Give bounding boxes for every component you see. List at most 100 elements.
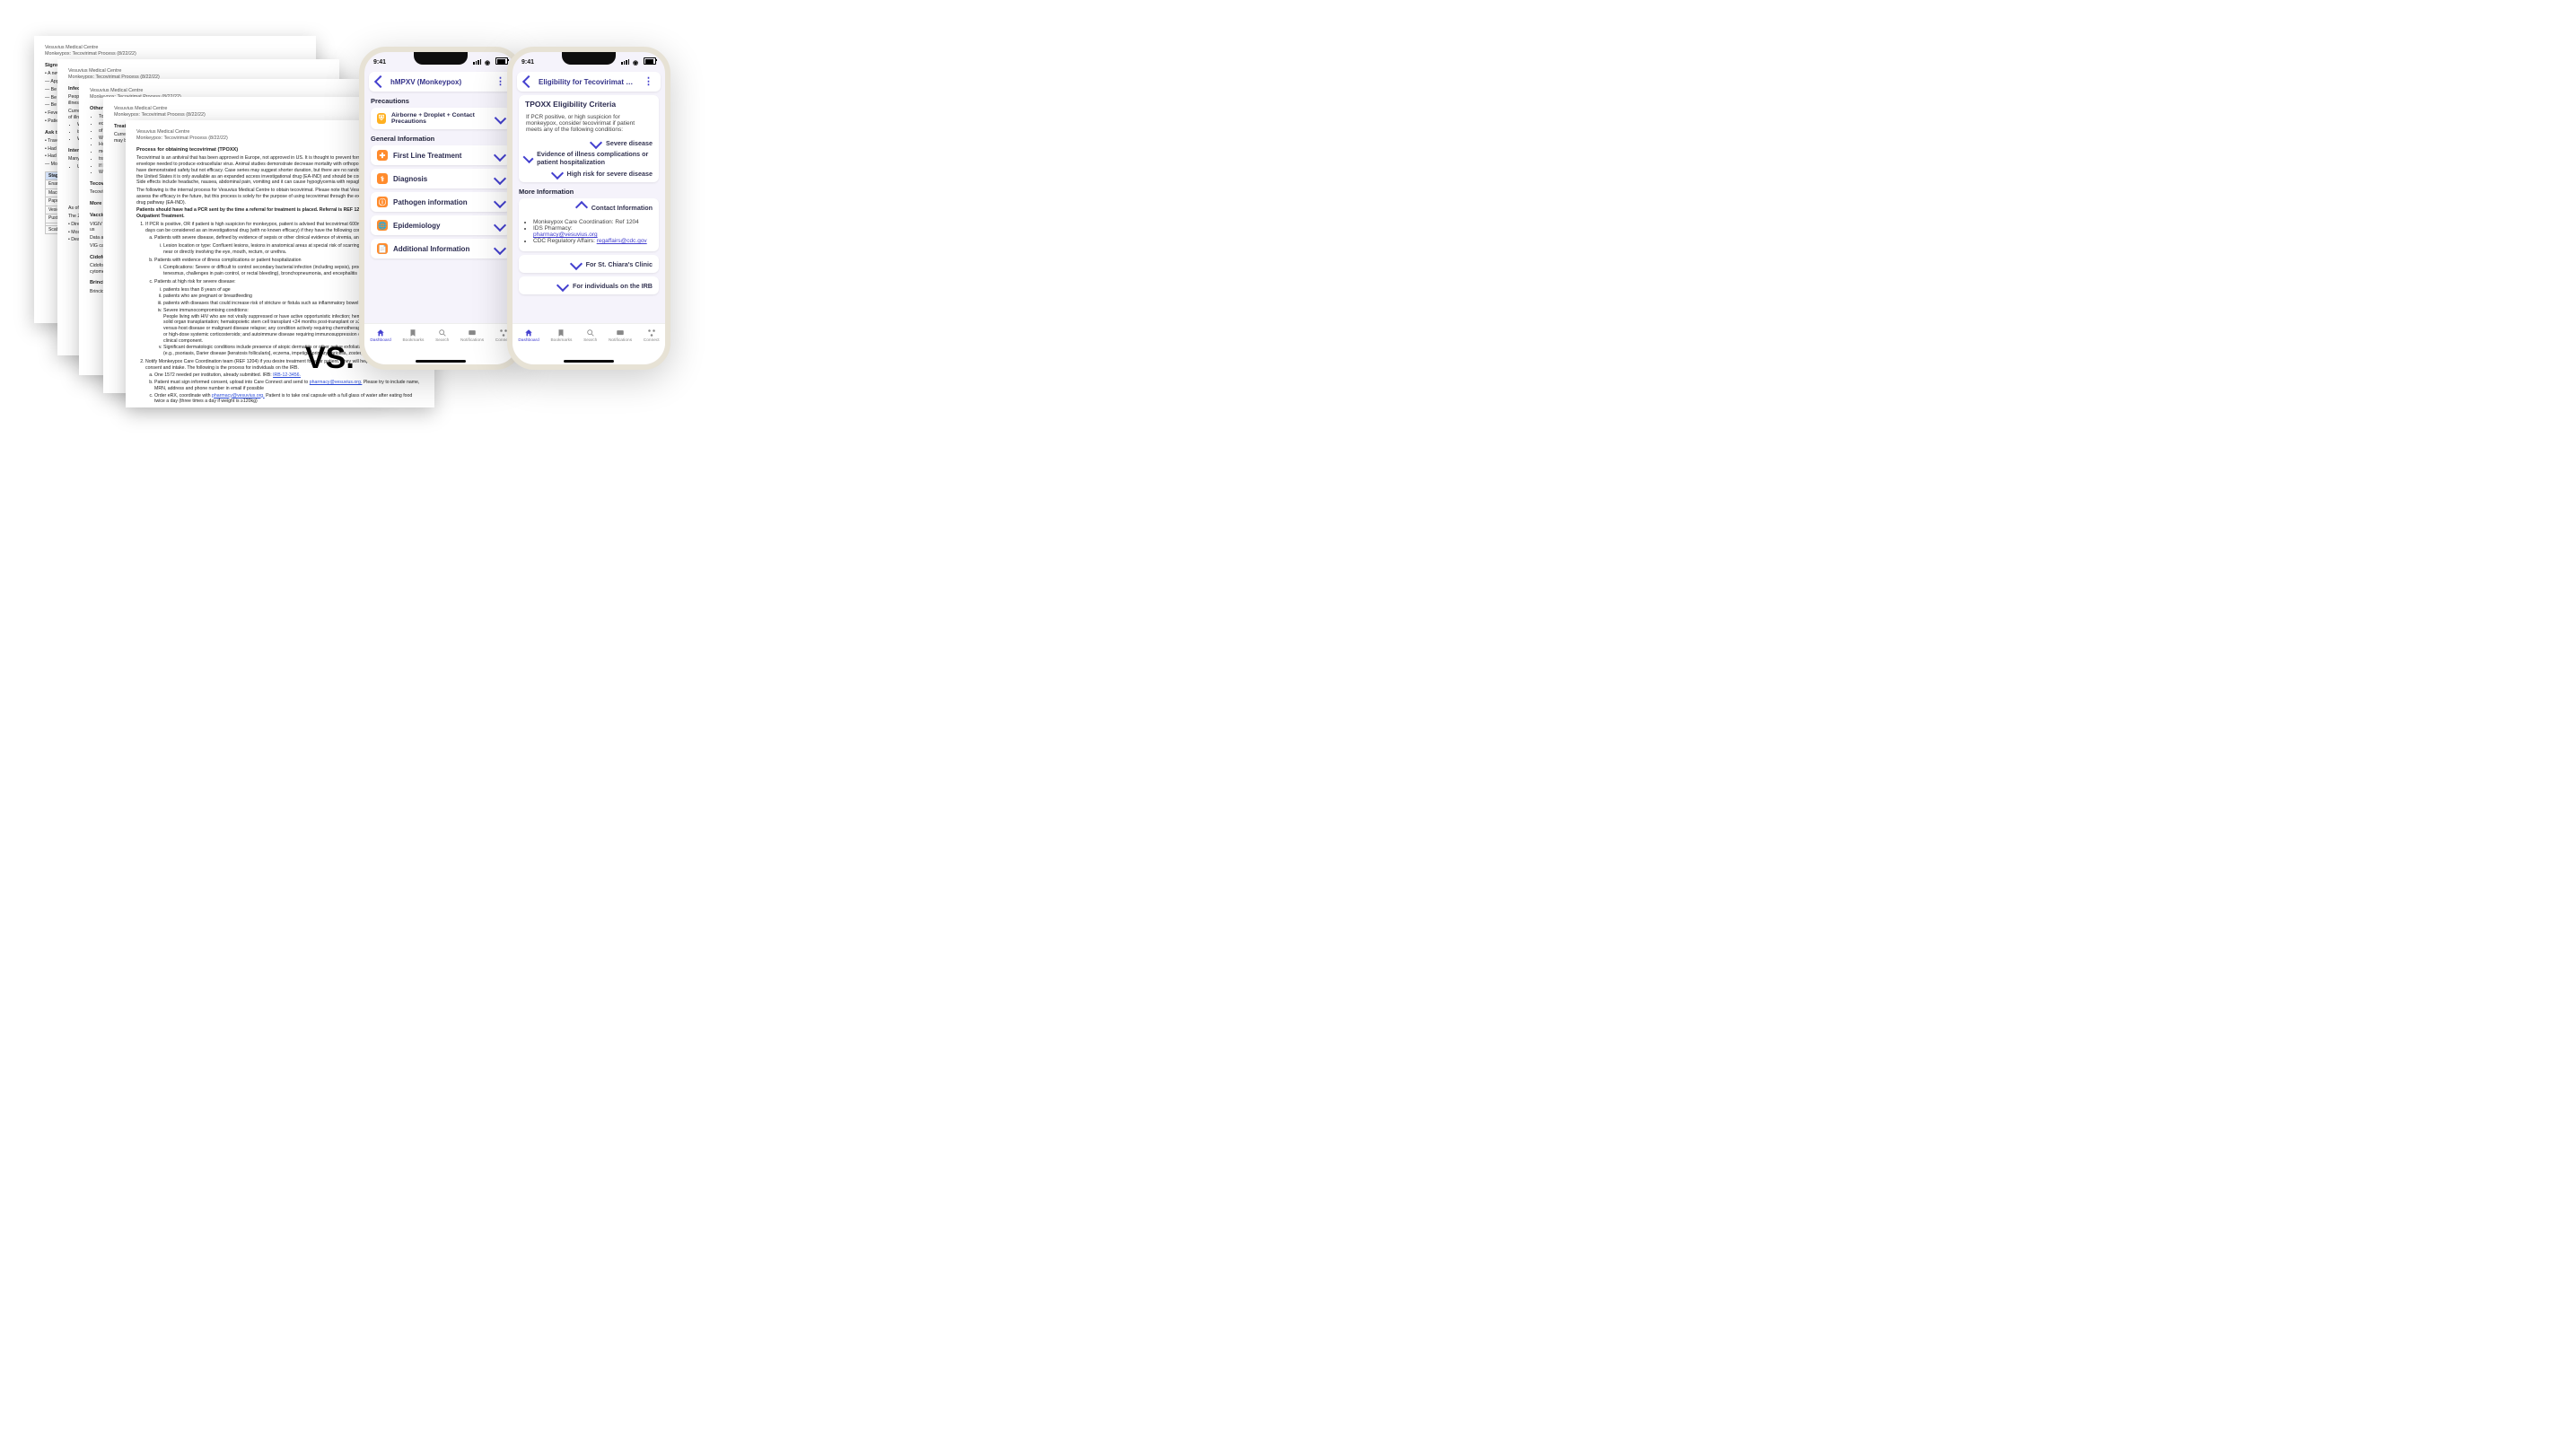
dropdown-row[interactable]: High risk for severe disease <box>525 169 653 178</box>
dropdown-label: Evidence of illness complications or pat… <box>537 150 653 166</box>
tab-search[interactable]: Search <box>583 328 597 343</box>
contact-body: Monkeypox Care Coordination: Ref 1204 ID… <box>525 215 653 247</box>
chevron-down-icon <box>556 279 569 292</box>
dropdown-row[interactable]: Evidence of illness complications or pat… <box>525 150 653 166</box>
vs-label: VS. <box>305 341 355 376</box>
tab-search[interactable]: Search <box>435 328 449 343</box>
diagnosis-icon: ⚕ <box>377 173 388 184</box>
shield-icon: ⛨ <box>377 113 386 124</box>
chat-icon <box>616 328 625 337</box>
connect-icon <box>647 328 656 337</box>
card-label: First Line Treatment <box>393 152 461 160</box>
battery-icon <box>495 57 508 65</box>
doc-org: Vesuvius Medical Centre <box>114 106 167 111</box>
home-indicator <box>416 360 466 363</box>
phone-body: Precautions ⛨ Airborne + Droplet + Conta… <box>364 97 517 258</box>
pharmacy-link[interactable]: pharmacy@vesuvius.org. <box>310 380 363 385</box>
tab-label: Dashboard <box>518 338 539 343</box>
card-body: If PCR positive, or high suspicion for m… <box>525 111 653 136</box>
search-icon <box>438 328 447 337</box>
eligibility-card: TPOXX Eligibility Criteria If PCR positi… <box>519 95 659 182</box>
chevron-down-icon <box>570 258 583 270</box>
chevron-down-icon <box>494 196 506 208</box>
contact-line: CDC Regulatory Affairs: regaffairs@cdc.g… <box>533 238 652 244</box>
home-icon <box>376 328 385 337</box>
status-right: ◉ <box>621 57 656 66</box>
tab-notifications[interactable]: Notifications <box>609 328 632 343</box>
bookmark-icon <box>556 328 565 337</box>
top-bar: hMPXV (Monkeypox) ⋮ <box>369 72 513 92</box>
proc-subitem: Order eRX, coordinate with pharmacy@vesu… <box>154 393 424 406</box>
doc-org: Vesuvius Medical Centre <box>136 129 189 135</box>
cdc-link[interactable]: regaffairs@cdc.gov <box>597 238 647 244</box>
tab-notifications[interactable]: Notifications <box>460 328 484 343</box>
phone-notch <box>562 52 616 65</box>
back-icon[interactable] <box>374 75 387 88</box>
section-header: More Information <box>519 188 659 196</box>
contact-line: IDS Pharmacy:pharmacy@vesuvius.org <box>533 225 652 238</box>
globe-icon: 🌐 <box>377 220 388 231</box>
info-card[interactable]: ⚕ Diagnosis <box>371 169 511 188</box>
wifi-icon: ◉ <box>633 60 638 66</box>
doc-org: Vesuvius Medical Centre <box>90 88 143 93</box>
card-label: Airborne + Droplet + Contact Precautions <box>391 112 491 125</box>
section-header: Precautions <box>371 97 511 105</box>
info-card[interactable]: ⓘ Pathogen information <box>371 192 511 212</box>
chat-icon <box>468 328 477 337</box>
chevron-down-icon <box>523 153 534 163</box>
tab-label: Bookmarks <box>402 338 424 343</box>
intro-text: If PCR positive, or high suspicion for m… <box>526 114 635 133</box>
signal-icon <box>621 59 629 65</box>
chevron-down-icon <box>495 112 506 124</box>
tab-label: Dashboard <box>370 338 390 343</box>
tab-bookmarks[interactable]: Bookmarks <box>550 328 572 343</box>
dropdown-row[interactable]: Severe disease <box>525 138 653 147</box>
home-indicator <box>564 360 614 363</box>
contact-card[interactable]: Contact Information Monkeypox Care Coord… <box>519 198 659 251</box>
chevron-down-icon <box>550 167 563 180</box>
card-label: Diagnosis <box>393 175 427 183</box>
dropdown-label: For individuals on the IRB <box>573 282 653 290</box>
pharmacy-link[interactable]: pharmacy@vesuvius.org. <box>212 393 265 398</box>
more-card[interactable]: For St. Chiara's Clinic <box>519 255 659 273</box>
tab-bookmarks[interactable]: Bookmarks <box>402 328 424 343</box>
info-card[interactable]: ✚ First Line Treatment <box>371 145 511 165</box>
tab-label: Search <box>583 338 597 343</box>
doc-title: Monkeypox: Tecovirimat Process (8/22/22) <box>114 112 206 118</box>
dropdown-label: High risk for severe disease <box>567 170 653 178</box>
doc-title: Monkeypox: Tecovirimat Process (8/22/22) <box>136 136 228 141</box>
dropdown-label: Severe disease <box>606 139 653 147</box>
status-time: 9:41 <box>373 59 386 66</box>
tab-dashboard[interactable]: Dashboard <box>370 328 390 343</box>
tab-bar: Dashboard Bookmarks Search Notifications… <box>513 323 665 364</box>
more-card[interactable]: For individuals on the IRB <box>519 276 659 294</box>
kebab-icon[interactable]: ⋮ <box>495 80 505 83</box>
doc-org: Vesuvius Medical Centre <box>68 68 121 74</box>
precautions-card[interactable]: ⛨ Airborne + Droplet + Contact Precautio… <box>371 108 511 129</box>
home-icon <box>524 328 533 337</box>
info-card[interactable]: 📄 Additional Information <box>371 239 511 258</box>
chevron-down-icon <box>494 172 506 185</box>
kebab-icon[interactable]: ⋮ <box>644 80 653 83</box>
battery-icon <box>644 57 656 65</box>
top-bar: Eligibility for Tecovirimat … ⋮ <box>517 72 661 92</box>
irb-link[interactable]: IRB-12-3456. <box>273 372 301 378</box>
dropdown-label: Contact Information <box>591 204 653 212</box>
tab-dashboard[interactable]: Dashboard <box>518 328 539 343</box>
phone-body: TPOXX Eligibility Criteria If PCR positi… <box>513 95 665 294</box>
chevron-up-icon <box>575 201 588 214</box>
signal-icon <box>473 59 481 65</box>
tab-connect[interactable]: Connect <box>644 328 660 343</box>
treatment-icon: ✚ <box>377 150 388 161</box>
info-card[interactable]: 🌐 Epidemiology <box>371 215 511 235</box>
info-icon: ⓘ <box>377 197 388 207</box>
contact-line: Monkeypox Care Coordination: Ref 1204 <box>533 219 652 225</box>
card-label: Pathogen information <box>393 198 468 206</box>
tab-label: Search <box>435 338 449 343</box>
tab-label: Notifications <box>609 338 632 343</box>
doc-title: Monkeypox: Tecovirimat Process (8/22/22) <box>45 51 136 57</box>
pharmacy-link[interactable]: pharmacy@vesuvius.org <box>533 232 598 238</box>
phone-mockup-2: 9:41 ◉ Eligibility for Tecovirimat … ⋮ T… <box>507 47 670 370</box>
back-icon[interactable] <box>522 75 535 88</box>
page-title: Eligibility for Tecovirimat … <box>539 78 633 86</box>
